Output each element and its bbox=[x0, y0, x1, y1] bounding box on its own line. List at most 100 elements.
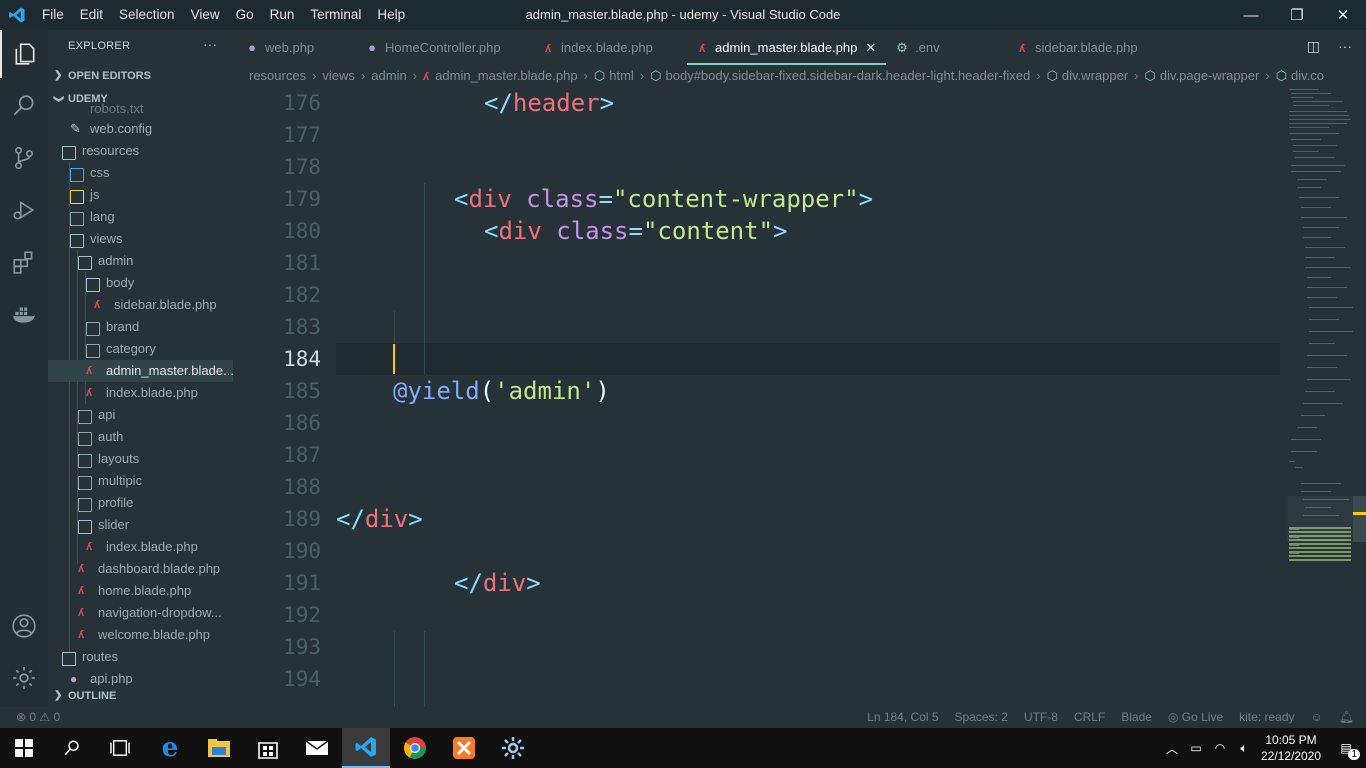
tree-item-js[interactable]: js bbox=[48, 184, 233, 206]
kite-status[interactable]: kite: ready bbox=[1239, 707, 1294, 728]
vertical-scrollbar[interactable] bbox=[1353, 87, 1366, 707]
language-mode[interactable]: Blade bbox=[1121, 707, 1152, 728]
problems-indicator[interactable]: ⊗ 0 ⚠ 0 bbox=[16, 707, 60, 728]
tree-item-home-blade[interactable]: ʎ home.blade.php bbox=[48, 580, 233, 602]
wifi-icon[interactable]: ◠ bbox=[1208, 741, 1232, 755]
edge-browser-icon[interactable]: e bbox=[146, 728, 194, 768]
tab-sidebar-blade[interactable]: ʎ sidebar.blade.php bbox=[1015, 30, 1138, 65]
extensions-icon[interactable] bbox=[0, 238, 48, 286]
breadcrumb-item[interactable]: div.wrapper bbox=[1062, 68, 1128, 83]
menu-terminal[interactable]: Terminal bbox=[302, 0, 369, 30]
breadcrumb-item[interactable]: div.page-wrapper bbox=[1160, 68, 1259, 83]
encoding[interactable]: UTF-8 bbox=[1024, 707, 1058, 728]
breadcrumb-item[interactable]: resources bbox=[249, 68, 306, 83]
line-number: 176 bbox=[283, 91, 321, 115]
settings-gear-icon[interactable] bbox=[0, 654, 48, 702]
line-number: 181 bbox=[283, 251, 321, 275]
go-live-button[interactable]: ◎ Go Live bbox=[1168, 707, 1223, 728]
tree-item-lang[interactable]: lang bbox=[48, 206, 233, 228]
more-actions-icon[interactable]: ··· bbox=[1338, 38, 1352, 55]
tab-web-php[interactable]: ● web.php bbox=[245, 30, 314, 65]
task-view-icon[interactable] bbox=[96, 728, 144, 768]
chrome-icon[interactable] bbox=[391, 728, 439, 768]
line-endings[interactable]: CRLF bbox=[1074, 707, 1105, 728]
open-editors-section[interactable]: ❯ OPEN EDITORS bbox=[48, 65, 233, 87]
tree-item-profile[interactable]: profile bbox=[48, 492, 233, 514]
scrollbar-thumb[interactable] bbox=[1353, 496, 1366, 542]
tree-item-category[interactable]: category bbox=[48, 338, 233, 360]
menu-selection[interactable]: Selection bbox=[111, 0, 183, 30]
store-icon[interactable] bbox=[244, 728, 292, 768]
tree-item-navigation-dropdown-blade[interactable]: ʎ navigation-dropdow... bbox=[48, 602, 233, 624]
show-hidden-icons-icon[interactable]: ︿ bbox=[1160, 740, 1184, 757]
settings-app-icon[interactable] bbox=[489, 728, 537, 768]
tab-index-blade[interactable]: ʎ index.blade.php bbox=[541, 30, 653, 65]
taskbar-search-icon[interactable] bbox=[48, 728, 96, 768]
vscode-taskbar-icon[interactable] bbox=[342, 728, 390, 768]
tree-item-css[interactable]: css bbox=[48, 162, 233, 184]
xampp-icon[interactable] bbox=[440, 728, 488, 768]
menu-go[interactable]: Go bbox=[228, 0, 262, 30]
menu-run[interactable]: Run bbox=[262, 0, 303, 30]
tree-item-views[interactable]: views bbox=[48, 228, 233, 250]
tree-item-resources[interactable]: resources bbox=[48, 140, 233, 162]
tree-item-sidebar-blade[interactable]: ʎ sidebar.blade.php bbox=[48, 294, 233, 316]
explorer-icon[interactable] bbox=[0, 30, 48, 78]
tree-item-multipic[interactable]: multipic bbox=[48, 470, 233, 492]
breadcrumb-item[interactable]: views bbox=[322, 68, 355, 83]
code-editor[interactable]: 176 177 178 179 180 181 182 183 184 185 … bbox=[233, 87, 1280, 707]
close-tab-icon[interactable]: ✕ bbox=[865, 40, 876, 55]
indentation[interactable]: Spaces: 2 bbox=[955, 707, 1008, 728]
tree-item-slider-index-blade[interactable]: ʎ index.blade.php bbox=[48, 536, 233, 558]
battery-icon[interactable]: ▭ bbox=[1184, 741, 1208, 755]
file-explorer-icon[interactable] bbox=[195, 728, 243, 768]
tree-item-auth[interactable]: auth bbox=[48, 426, 233, 448]
breadcrumb-item[interactable]: html bbox=[609, 68, 634, 83]
system-tray: ︿ ▭ ◠ 🔈︎ 10:05 PM 22/12/2020 ▤ 1 bbox=[1160, 728, 1366, 768]
menu-help[interactable]: Help bbox=[369, 0, 413, 30]
tree-item-layouts[interactable]: layouts bbox=[48, 448, 233, 470]
close-button[interactable]: ✕ bbox=[1320, 0, 1366, 30]
accounts-icon[interactable] bbox=[0, 602, 48, 650]
volume-icon[interactable]: 🔈︎ bbox=[1232, 741, 1256, 756]
windows-start-icon[interactable] bbox=[0, 728, 48, 768]
action-center-icon[interactable]: ▤ 1 bbox=[1326, 741, 1366, 760]
tree-item-slider[interactable]: slider bbox=[48, 514, 233, 536]
breadcrumb-item[interactable]: admin_master.blade.php bbox=[435, 68, 577, 83]
outline-section[interactable]: ❯ OUTLINE bbox=[48, 685, 233, 707]
mail-icon[interactable] bbox=[293, 728, 341, 768]
tree-item-admin[interactable]: admin bbox=[48, 250, 233, 272]
minimap[interactable] bbox=[1287, 87, 1353, 707]
tree-item-routes[interactable]: routes bbox=[48, 646, 233, 668]
restore-button[interactable]: ❐ bbox=[1274, 0, 1320, 30]
docker-icon[interactable] bbox=[0, 290, 48, 338]
menu-edit[interactable]: Edit bbox=[72, 0, 111, 30]
tree-item-brand[interactable]: brand bbox=[48, 316, 233, 338]
cursor-position[interactable]: Ln 184, Col 5 bbox=[867, 707, 938, 728]
clock[interactable]: 10:05 PM 22/12/2020 bbox=[1256, 732, 1326, 764]
source-control-icon[interactable] bbox=[0, 134, 48, 182]
search-icon[interactable] bbox=[0, 82, 48, 130]
tree-item-api[interactable]: api bbox=[48, 404, 233, 426]
tree-item-dashboard-blade[interactable]: ʎ dashboard.blade.php bbox=[48, 558, 233, 580]
tab-env[interactable]: ⚙ .env bbox=[895, 30, 939, 65]
tree-item-robots[interactable]: robots.txt bbox=[48, 98, 233, 120]
split-editor-icon[interactable]: ◫ bbox=[1307, 38, 1320, 55]
tree-item-admin-master-blade[interactable]: ʎ admin_master.blade... bbox=[48, 360, 233, 382]
more-actions-icon[interactable]: ··· bbox=[203, 36, 217, 52]
bell-icon[interactable]: 🔔︎ bbox=[1339, 707, 1354, 728]
menu-file[interactable]: File bbox=[34, 0, 72, 30]
breadcrumb-item[interactable]: div.co bbox=[1291, 68, 1324, 83]
tree-item-index-blade[interactable]: ʎ index.blade.php bbox=[48, 382, 233, 404]
breadcrumb-item[interactable]: admin bbox=[371, 68, 406, 83]
tab-admin-master-blade[interactable]: ʎ admin_master.blade.php ✕ bbox=[687, 30, 887, 65]
minimize-button[interactable]: — bbox=[1228, 0, 1274, 30]
feedback-icon[interactable]: ☺ bbox=[1311, 707, 1323, 728]
breadcrumb-item[interactable]: body#body.sidebar-fixed.sidebar-dark.hea… bbox=[666, 68, 1031, 83]
tree-item-body[interactable]: body bbox=[48, 272, 233, 294]
tree-item-web-config[interactable]: ✎ web.config bbox=[48, 118, 233, 140]
tab-homecontroller[interactable]: ● HomeController.php bbox=[365, 30, 501, 65]
run-debug-icon[interactable] bbox=[0, 186, 48, 234]
tree-item-welcome-blade[interactable]: ʎ welcome.blade.php bbox=[48, 624, 233, 646]
menu-view[interactable]: View bbox=[183, 0, 228, 30]
